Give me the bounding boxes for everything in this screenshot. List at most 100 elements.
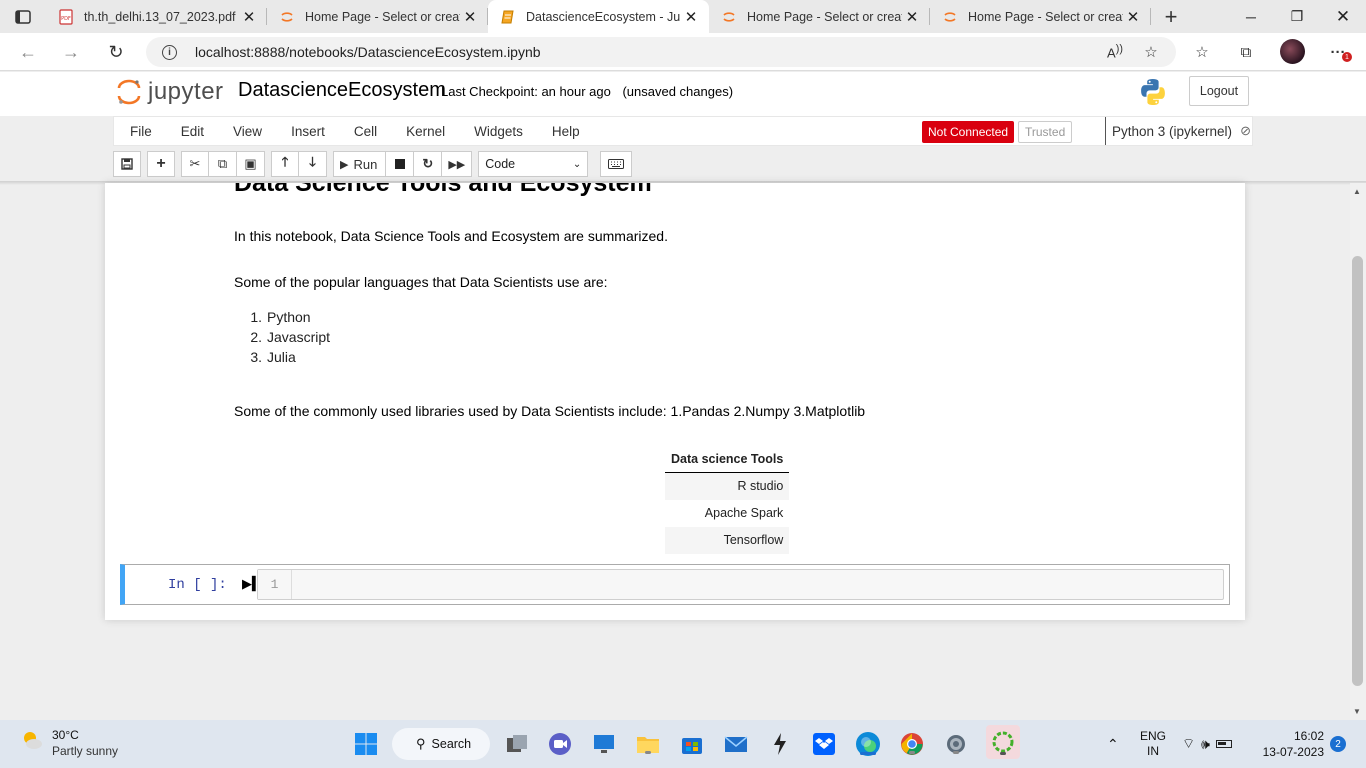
close-tab-icon[interactable]: ✕ <box>239 8 259 26</box>
menu-help[interactable]: Help <box>537 124 594 139</box>
task-view-button[interactable] <box>503 730 531 758</box>
cut-button[interactable]: ✂ <box>181 151 209 177</box>
add-favorite-button[interactable]: ☆ <box>1140 42 1162 62</box>
menu-insert[interactable]: Insert <box>276 124 339 139</box>
restart-run-all-button[interactable]: ▶▶ <box>442 151 473 177</box>
dropbox-button[interactable] <box>810 730 838 758</box>
address-bar[interactable]: i localhost:8888/notebooks/DatascienceEc… <box>146 37 1176 67</box>
browser-tab-home-2[interactable]: Home Page - Select or create ✕ <box>709 0 930 33</box>
profile-avatar[interactable] <box>1280 39 1305 64</box>
menubar: File Edit View Insert Cell Kernel Widget… <box>113 116 1253 146</box>
desktop-app-button[interactable] <box>590 730 618 758</box>
restart-button[interactable]: ↻ <box>414 151 443 177</box>
settings-button[interactable] <box>942 730 970 758</box>
keyboard-icon <box>608 159 625 169</box>
run-button[interactable]: ▶ Run <box>333 151 387 177</box>
cell-type-select[interactable]: Code ⌄ <box>478 151 589 177</box>
menu-view[interactable]: View <box>218 124 276 139</box>
code-cell[interactable]: In [ ]: ▶▍ 1 <box>120 564 1230 605</box>
collections-icon: ⧉ <box>1240 43 1252 61</box>
menu-cell[interactable]: Cell <box>339 124 391 139</box>
chrome-button[interactable] <box>898 730 926 758</box>
code-input[interactable]: 1 <box>257 569 1224 600</box>
browser-tab-notebook[interactable]: DatascienceEcosystem - Jupy ✕ <box>488 0 709 33</box>
windows-taskbar: 30°C Partly sunny ⚲ Search ⌃ ENG IN ⌔ 🕪 … <box>0 720 1366 768</box>
mail-button[interactable] <box>722 730 750 758</box>
jupyter-icon <box>279 9 295 25</box>
tab-title: Home Page - Select or create <box>747 9 902 24</box>
taskbar-search[interactable]: ⚲ Search <box>392 728 490 760</box>
app-button[interactable] <box>766 730 794 758</box>
refresh-button[interactable]: ↻ <box>104 40 128 64</box>
browser-tab-home-1[interactable]: Home Page - Select or create ✕ <box>267 0 488 33</box>
show-hidden-icons[interactable]: ⌃ <box>1107 720 1119 768</box>
page-scrollbar[interactable]: ▲ ▼ <box>1350 183 1366 720</box>
scroll-down-icon[interactable]: ▼ <box>1353 707 1361 716</box>
tab-actions-button[interactable] <box>0 0 46 33</box>
restore-button[interactable]: ❐ <box>1274 0 1320 33</box>
forward-button[interactable]: → <box>59 40 83 64</box>
arrow-left-icon: ← <box>19 41 37 62</box>
new-tab-button[interactable]: + <box>1151 0 1191 33</box>
notification-count-badge[interactable]: 2 <box>1330 736 1346 752</box>
teams-button[interactable] <box>546 730 574 758</box>
save-button[interactable] <box>113 151 141 177</box>
notebook-name[interactable]: DatascienceEcosystem <box>238 79 446 102</box>
move-down-button[interactable]: 🡓 <box>299 151 327 177</box>
scroll-up-icon[interactable]: ▲ <box>1353 187 1361 196</box>
browser-tab-home-3[interactable]: Home Page - Select or create ✕ <box>930 0 1151 33</box>
close-window-button[interactable]: ✕ <box>1320 0 1366 33</box>
trusted-indicator[interactable]: Trusted <box>1018 121 1073 143</box>
jupyter-logo[interactable]: jupyter <box>117 78 224 106</box>
anaconda-button[interactable] <box>986 725 1020 759</box>
move-up-button[interactable]: 🡑 <box>271 151 299 177</box>
settings-more-button[interactable]: ··· 1 <box>1327 42 1352 62</box>
insert-cell-button[interactable]: + <box>147 151 175 177</box>
menu-kernel[interactable]: Kernel <box>391 124 459 139</box>
system-tray-icons[interactable]: ⌔ 🕪 <box>1182 720 1232 768</box>
read-aloud-icon: A)) <box>1107 43 1123 61</box>
logout-button[interactable]: Logout <box>1189 76 1249 106</box>
close-icon: ✕ <box>1335 6 1351 26</box>
back-button[interactable]: ← <box>16 40 40 64</box>
menu-widgets[interactable]: Widgets <box>459 124 537 139</box>
jupyter-icon <box>942 9 958 25</box>
notification-badge: 1 <box>1342 52 1352 62</box>
scrollbar-thumb[interactable] <box>1352 256 1363 686</box>
read-aloud-button[interactable]: A)) <box>1104 42 1126 62</box>
taskbar-clock[interactable]: 16:02 13-07-2023 <box>1258 728 1324 760</box>
minimize-button[interactable]: ─ <box>1228 0 1274 33</box>
minimize-icon: ─ <box>1246 8 1256 25</box>
edge-button[interactable] <box>854 730 882 758</box>
close-tab-icon[interactable]: ✕ <box>902 8 922 26</box>
interrupt-button[interactable] <box>386 151 415 177</box>
copy-button[interactable]: ⧉ <box>209 151 237 177</box>
input-language[interactable]: ENG IN <box>1140 720 1166 768</box>
browser-tab-pdf[interactable]: PDF th.th_delhi.13_07_2023.pdf ✕ <box>46 0 267 33</box>
menu-file[interactable]: File <box>114 124 166 139</box>
active-indicator <box>860 752 876 755</box>
jupyter-logo-icon <box>117 79 141 105</box>
close-tab-icon[interactable]: ✕ <box>1123 8 1143 26</box>
start-button[interactable] <box>352 730 380 758</box>
command-palette-button[interactable] <box>600 151 633 177</box>
favorites-button[interactable]: ☆ <box>1191 42 1213 62</box>
info-icon[interactable]: i <box>162 44 177 60</box>
close-tab-icon[interactable]: ✕ <box>460 8 480 26</box>
unsaved-changes: (unsaved changes) <box>622 84 734 99</box>
running-indicator <box>953 751 959 754</box>
weather-widget[interactable]: 30°C Partly sunny <box>20 728 118 758</box>
collections-button[interactable]: ⧉ <box>1235 42 1257 62</box>
menu-edit[interactable]: Edit <box>166 124 218 139</box>
star-add-icon: ☆ <box>1144 44 1158 61</box>
restart-icon: ↻ <box>422 156 434 171</box>
paste-button[interactable]: ▣ <box>237 151 265 177</box>
windows-icon <box>355 733 377 755</box>
file-explorer-button[interactable] <box>634 730 662 758</box>
volume-icon: 🕪 <box>1201 735 1210 752</box>
languages-list: 1. Python 2. Javascript 3. Julia <box>247 307 330 367</box>
not-connected-indicator[interactable]: Not Connected <box>922 121 1015 143</box>
close-tab-icon[interactable]: ✕ <box>681 8 701 26</box>
temperature: 30°C <box>52 728 79 742</box>
store-button[interactable] <box>678 730 706 758</box>
